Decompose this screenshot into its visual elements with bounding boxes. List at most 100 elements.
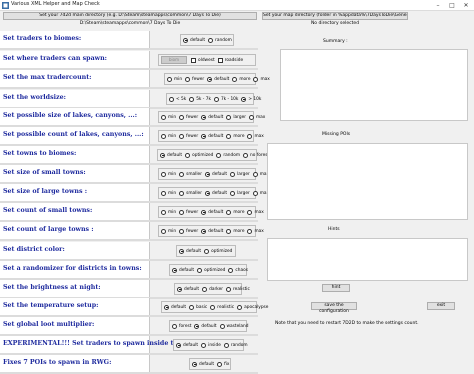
radio-random[interactable]: random: [208, 37, 232, 43]
radio-default[interactable]: default: [172, 267, 194, 273]
radio-5k-7k[interactable]: 5k - 7k: [189, 96, 211, 102]
radio-circle[interactable]: [213, 96, 219, 102]
radio-circle[interactable]: [189, 96, 195, 102]
radio-max[interactable]: max: [253, 76, 270, 82]
biom-button[interactable]: biom: [161, 56, 187, 64]
radio-circle[interactable]: [179, 190, 185, 196]
radio-circle[interactable]: [179, 171, 185, 177]
radio-circle[interactable]: [253, 76, 259, 82]
radio-fewer[interactable]: fewer: [179, 228, 198, 234]
radio-fewer[interactable]: fewer: [185, 76, 204, 82]
maximize-button[interactable]: □: [446, 1, 458, 10]
radio-max[interactable]: max: [247, 209, 264, 215]
close-button[interactable]: ✕: [460, 1, 472, 10]
minimize-button[interactable]: –: [432, 1, 444, 10]
radio-circle[interactable]: [204, 190, 210, 196]
radio-optimized[interactable]: optimized: [204, 248, 232, 254]
radio-circle[interactable]: [189, 304, 195, 310]
radio-circle[interactable]: [179, 133, 185, 139]
radio-max[interactable]: max: [248, 114, 265, 120]
radio-min[interactable]: min: [167, 76, 182, 82]
radio-circle[interactable]: [207, 76, 213, 82]
radio-circle[interactable]: [179, 248, 184, 254]
radio-default[interactable]: default: [177, 286, 199, 292]
radio-circle[interactable]: [197, 267, 203, 273]
radio-circle[interactable]: [164, 304, 169, 310]
radio-circle[interactable]: [241, 96, 247, 102]
radio-circle[interactable]: [176, 342, 181, 348]
radio-default[interactable]: default: [204, 190, 227, 196]
radio-apocalypse[interactable]: apocalypse: [237, 304, 268, 310]
radio-circle[interactable]: [183, 37, 188, 43]
radio-circle[interactable]: [161, 171, 166, 177]
checkbox-oldwest[interactable]: oldwest: [191, 57, 215, 63]
radio-default[interactable]: default: [194, 323, 217, 329]
radio-circle[interactable]: [201, 228, 207, 234]
radio-circle[interactable]: [228, 267, 234, 273]
radio-larger[interactable]: larger: [230, 190, 250, 196]
radio-circle[interactable]: [161, 209, 166, 215]
radio-circle[interactable]: [185, 152, 191, 158]
radio-circle[interactable]: [194, 323, 200, 329]
radio-circle[interactable]: [161, 228, 166, 234]
checkbox-roadside[interactable]: roadside: [217, 57, 243, 63]
radio-default[interactable]: default: [160, 152, 182, 158]
radio-min[interactable]: min: [161, 171, 176, 177]
radio-circle[interactable]: [179, 209, 185, 215]
radio-default[interactable]: default: [176, 342, 198, 348]
radio-circle[interactable]: [223, 342, 229, 348]
radio-circle[interactable]: [185, 76, 191, 82]
radio-circle[interactable]: [202, 286, 208, 292]
radio-circle[interactable]: [226, 286, 231, 292]
radio-default[interactable]: default: [201, 114, 223, 120]
radio-max[interactable]: max: [247, 133, 264, 139]
radio-circle[interactable]: [230, 171, 236, 177]
radio-10k[interactable]: > 10k: [241, 96, 261, 102]
radio-min[interactable]: min: [161, 209, 176, 215]
radio-circle[interactable]: [248, 114, 254, 120]
radio-default[interactable]: default: [192, 361, 214, 367]
radio-circle[interactable]: [237, 304, 243, 310]
radio-circle[interactable]: [201, 342, 207, 348]
radio-realistic[interactable]: realistic: [210, 304, 234, 310]
radio-inside[interactable]: inside: [201, 342, 221, 348]
radio-more[interactable]: more: [226, 133, 244, 139]
radio-fix[interactable]: fix: [217, 361, 229, 367]
radio-default[interactable]: default: [183, 37, 205, 43]
radio-circle[interactable]: [172, 323, 177, 329]
radio-forest[interactable]: forest: [172, 323, 191, 329]
radio-circle[interactable]: [219, 323, 225, 329]
radio-circle[interactable]: [167, 76, 172, 82]
radio-circle[interactable]: [247, 133, 253, 139]
checkbox-square[interactable]: [217, 57, 223, 63]
exit-button[interactable]: exit: [427, 302, 455, 310]
radio-smaller[interactable]: smaller: [179, 171, 202, 177]
radio-circle[interactable]: [201, 209, 207, 215]
set-main-directory-button[interactable]: Set your 7d2d main directory (e.g. D:\St…: [3, 12, 257, 20]
radio-circle[interactable]: [226, 133, 232, 139]
radio-random[interactable]: random: [223, 342, 248, 348]
radio-circle[interactable]: [161, 190, 166, 196]
radio-circle[interactable]: [252, 171, 258, 177]
radio-min[interactable]: min: [161, 133, 176, 139]
radio-basic[interactable]: basic: [189, 304, 207, 310]
radio-more[interactable]: more: [226, 228, 244, 234]
radio-more[interactable]: more: [226, 209, 244, 215]
radio-realistic[interactable]: realistic: [226, 286, 250, 292]
radio-larger[interactable]: larger: [230, 171, 250, 177]
radio-fewer[interactable]: fewer: [179, 133, 198, 139]
radio-min[interactable]: min: [161, 190, 176, 196]
radio-circle[interactable]: [204, 171, 210, 177]
radio-max[interactable]: max: [247, 228, 264, 234]
radio-default[interactable]: default: [164, 304, 186, 310]
radio-circle[interactable]: [160, 152, 165, 158]
radio-7k-10k[interactable]: 7k - 10k: [213, 96, 238, 102]
radio-circle[interactable]: [161, 133, 166, 139]
radio-no-forest[interactable]: no forest: [243, 152, 269, 158]
radio-larger[interactable]: larger: [226, 114, 246, 120]
radio-circle[interactable]: [210, 304, 216, 310]
radio-circle[interactable]: [177, 286, 182, 292]
radio-circle[interactable]: [216, 152, 222, 158]
radio-darker[interactable]: darker: [202, 286, 223, 292]
radio-circle[interactable]: [230, 190, 236, 196]
